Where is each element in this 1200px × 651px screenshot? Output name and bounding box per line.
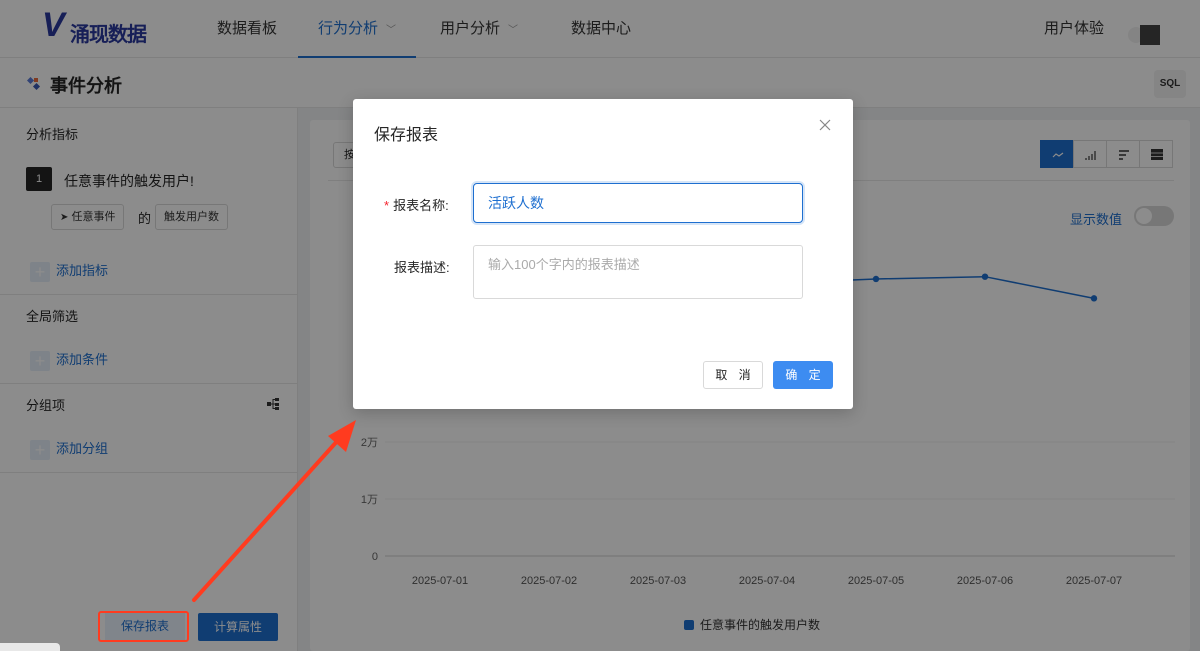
annotation-arrow (192, 420, 356, 602)
